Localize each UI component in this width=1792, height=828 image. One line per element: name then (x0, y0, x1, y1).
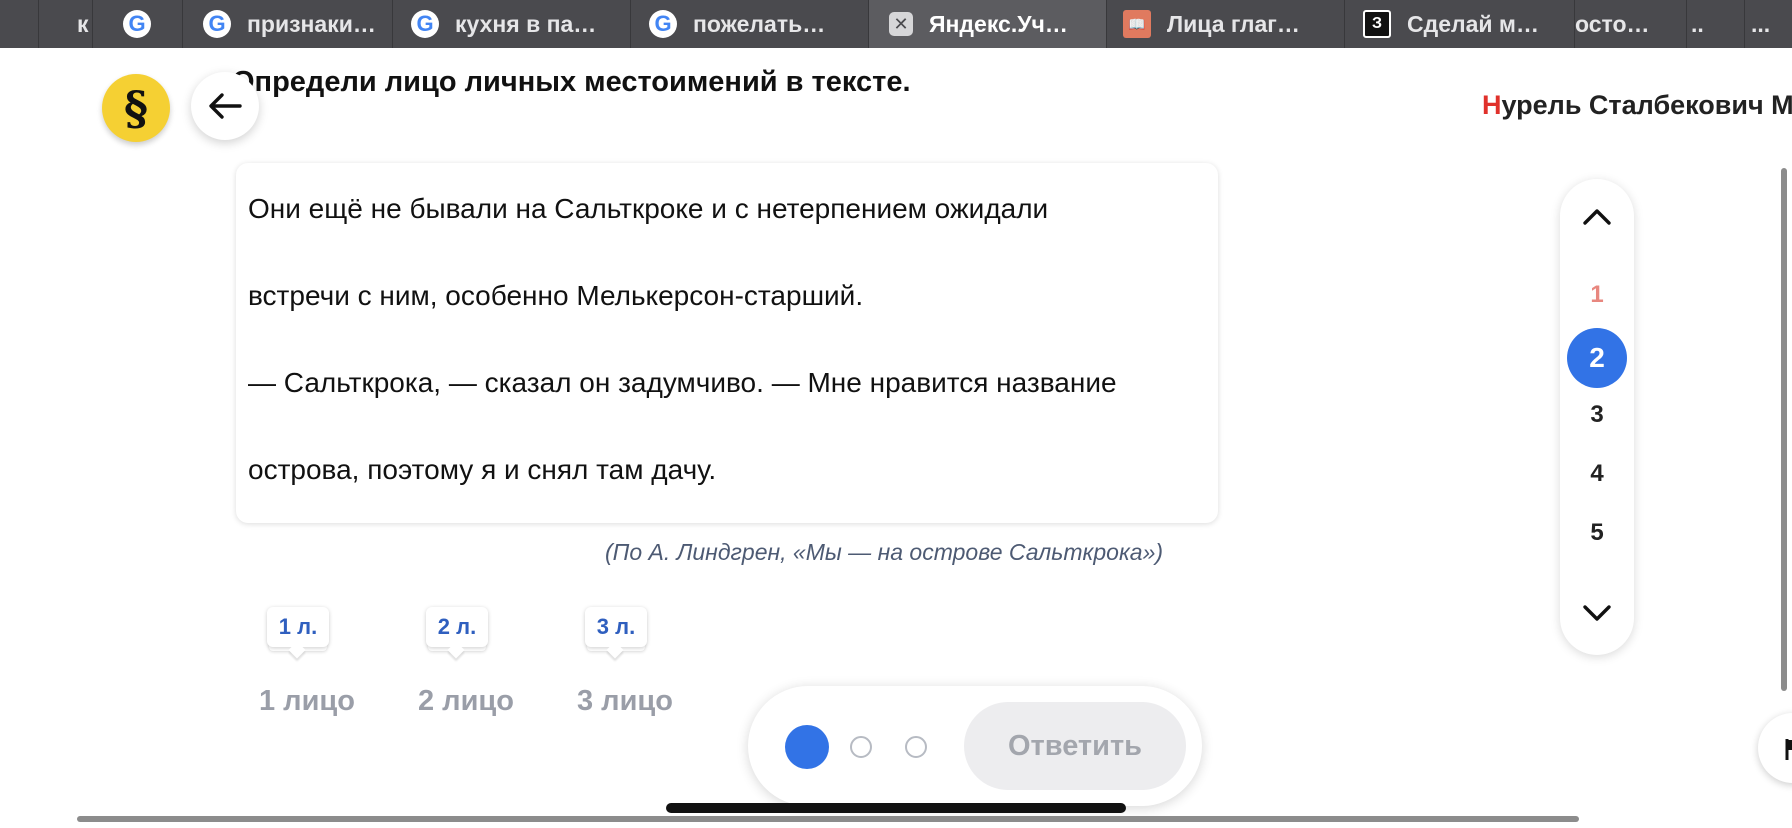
task-pager: 1 2 3 4 5 (1560, 179, 1634, 655)
user-name[interactable]: Нурель Сталбекович М (1482, 90, 1792, 121)
task-title: Определи лицо личных местоимений в текст… (232, 66, 911, 98)
person-option-1[interactable]: 1 л. 1 лицо (247, 607, 367, 737)
exercise-text-card: Они ещё не бывали на Сальткроке и с нете… (236, 163, 1218, 523)
tab-label: пожелать… (693, 10, 826, 37)
tab-3[interactable]: G пожелать… (630, 0, 868, 48)
book-icon: 📖 (1123, 10, 1151, 38)
tab-label: осто… (1575, 10, 1650, 37)
text-line[interactable]: — Сальткрока, — сказал он задумчиво. — М… (248, 367, 1117, 399)
logo-glyph: § (123, 81, 149, 135)
z-icon: З (1363, 10, 1391, 38)
text-source-citation: (По А. Линдгрен, «Мы — на острове Сальтк… (605, 539, 1164, 565)
horizontal-scrollbar[interactable] (77, 816, 1579, 822)
tab-0[interactable]: к (38, 0, 92, 48)
chevron-down-icon[interactable] (1582, 599, 1612, 629)
tab-label: Яндекс.Уч… (929, 10, 1068, 37)
person-tag[interactable]: 2 л. (426, 607, 488, 647)
text-line[interactable]: острова, поэтому я и снял там дачу. (248, 454, 716, 486)
answer-button[interactable]: Ответить (964, 702, 1186, 790)
pager-page-5[interactable]: 5 (1560, 519, 1634, 547)
report-button[interactable] (1758, 713, 1792, 783)
pager-page-1[interactable]: 1 (1560, 281, 1634, 309)
google-icon: G (123, 10, 151, 38)
section-logo-icon[interactable]: § (102, 74, 170, 142)
pager-page-3[interactable]: 3 (1560, 401, 1634, 429)
tab-label: Лица глаг… (1167, 10, 1300, 37)
text-line[interactable]: Они ещё не бывали на Сальткроке и с нете… (248, 193, 1048, 225)
tab-6[interactable]: З Сделай м… (1344, 0, 1574, 48)
step-dot (905, 736, 927, 758)
user-initial: Н (1482, 90, 1502, 120)
tab-2[interactable]: G кухня в па… (392, 0, 630, 48)
google-icon: G (411, 10, 439, 38)
browser-tab-bar: к G G признаки… G кухня в па… G пожелать… (0, 0, 1792, 48)
person-option-2[interactable]: 2 л. 2 лицо (406, 607, 526, 737)
tab-5[interactable]: 📖 Лица глаг… (1106, 0, 1344, 48)
tab-1[interactable]: G признаки… (182, 0, 392, 48)
pager-page-current[interactable]: 2 (1567, 328, 1627, 388)
tab-label: кухня в па… (455, 10, 597, 37)
answer-panel: Ответить (748, 686, 1202, 806)
user-name-rest: урель Сталбекович М (1501, 90, 1792, 120)
close-icon[interactable]: ✕ (889, 12, 913, 36)
tab-8[interactable]: .. (1686, 0, 1744, 48)
back-button[interactable] (191, 72, 259, 140)
tab-label: Сделай м… (1407, 10, 1539, 37)
arrow-left-icon (209, 93, 242, 119)
home-indicator[interactable] (666, 803, 1126, 813)
tab-9[interactable]: ... (1744, 0, 1792, 48)
person-tag[interactable]: 1 л. (267, 607, 329, 647)
google-icon: G (203, 10, 231, 38)
person-option-3[interactable]: 3 л. 3 лицо (565, 607, 685, 737)
tab-label: .. (1691, 10, 1704, 37)
flag-icon (1785, 739, 1792, 760)
chevron-up-icon[interactable] (1582, 201, 1612, 231)
tab-label: к (77, 10, 89, 37)
google-icon: G (649, 10, 677, 38)
tab-active-yandex[interactable]: ✕ Яндекс.Уч… (868, 0, 1106, 48)
step-dot-current (785, 725, 829, 769)
pager-page-4[interactable]: 4 (1560, 460, 1634, 488)
tab-0b[interactable]: G (92, 0, 182, 48)
text-line[interactable]: встречи с ним, особенно Мелькерсон-старш… (248, 280, 863, 312)
tab-label: признаки… (247, 10, 376, 37)
vertical-scrollbar[interactable] (1781, 168, 1787, 691)
tab-label: ... (1751, 10, 1771, 37)
person-label: 2 лицо (418, 685, 514, 717)
step-dot (850, 736, 872, 758)
person-tag[interactable]: 3 л. (585, 607, 647, 647)
person-label: 3 лицо (577, 685, 673, 717)
person-label: 1 лицо (259, 685, 355, 717)
tab-7[interactable]: осто… (1574, 0, 1686, 48)
